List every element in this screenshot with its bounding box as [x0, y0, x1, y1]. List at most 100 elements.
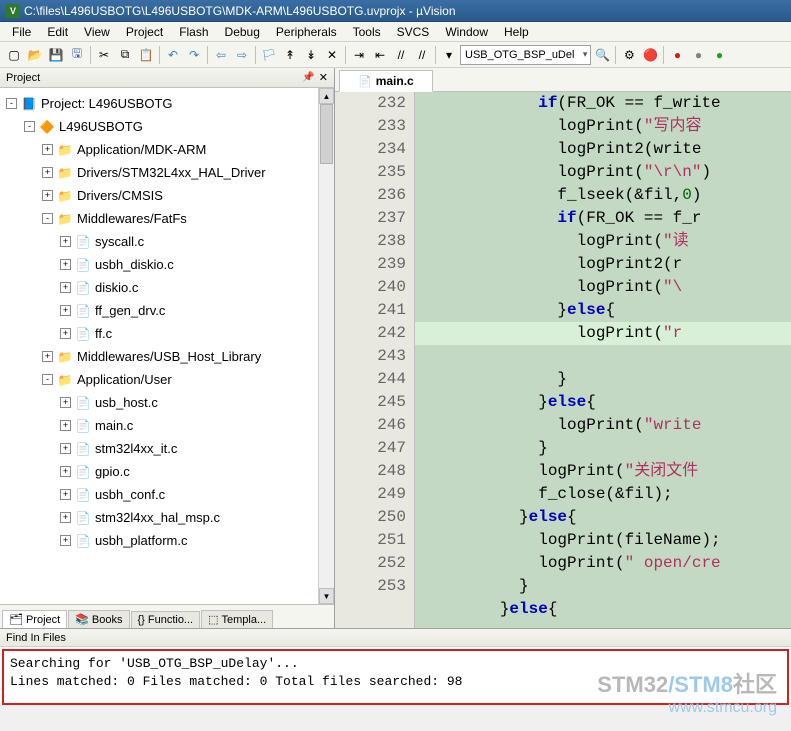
tree-file[interactable]: +📄usbh_platform.c: [0, 529, 334, 552]
scroll-thumb[interactable]: [320, 104, 333, 164]
menu-flash[interactable]: Flash: [171, 23, 216, 41]
tree-toggle-icon[interactable]: +: [60, 535, 71, 546]
menu-edit[interactable]: Edit: [39, 23, 76, 41]
tree-toggle-icon[interactable]: +: [60, 512, 71, 523]
scroll-down-icon[interactable]: ▼: [319, 588, 334, 604]
dot-red-icon[interactable]: ●: [667, 45, 687, 65]
bm-prev-icon[interactable]: ↟: [280, 45, 300, 65]
tree-toggle-icon[interactable]: +: [60, 420, 71, 431]
open-icon[interactable]: 📂: [25, 45, 45, 65]
tab-label: Project: [26, 614, 60, 626]
tree-scrollbar[interactable]: ▲ ▼: [318, 88, 334, 604]
tree-toggle-icon[interactable]: +: [60, 397, 71, 408]
tree-folder[interactable]: +📁Application/MDK-ARM: [0, 138, 334, 161]
menu-project[interactable]: Project: [118, 23, 171, 41]
panel-tab-templa[interactable]: ⬚Templa...: [201, 610, 273, 628]
tree-toggle-icon[interactable]: +: [60, 328, 71, 339]
menu-debug[interactable]: Debug: [217, 23, 268, 41]
undo-icon[interactable]: ↶: [163, 45, 183, 65]
menu-peripherals[interactable]: Peripherals: [268, 23, 345, 41]
fwd-icon[interactable]: ⇨: [232, 45, 252, 65]
menu-view[interactable]: View: [76, 23, 118, 41]
search-combo[interactable]: USB_OTG_BSP_uDel: [460, 45, 591, 65]
debug-icon[interactable]: 🔴: [640, 45, 660, 65]
new-icon[interactable]: ▢: [4, 45, 24, 65]
tree-toggle-icon[interactable]: +: [60, 305, 71, 316]
redo-icon[interactable]: ↷: [184, 45, 204, 65]
tree-folder[interactable]: -📁Middlewares/FatFs: [0, 207, 334, 230]
tree-toggle-icon[interactable]: +: [42, 190, 53, 201]
tree-toggle-icon[interactable]: +: [42, 351, 53, 362]
tree-file[interactable]: +📄stm32l4xx_hal_msp.c: [0, 506, 334, 529]
menu-tools[interactable]: Tools: [345, 23, 389, 41]
tree-toggle-icon[interactable]: +: [60, 282, 71, 293]
bm-next-icon[interactable]: ↡: [301, 45, 321, 65]
tree-file[interactable]: +📄usbh_conf.c: [0, 483, 334, 506]
menu-svcs[interactable]: SVCS: [389, 23, 438, 41]
cut-icon[interactable]: ✂: [94, 45, 114, 65]
comment-icon[interactable]: //: [391, 45, 411, 65]
tree-toggle-icon[interactable]: +: [60, 489, 71, 500]
tree-file[interactable]: +📄main.c: [0, 414, 334, 437]
tree-label: Drivers/CMSIS: [77, 188, 163, 203]
close-icon[interactable]: ✕: [319, 71, 328, 84]
save-icon[interactable]: 💾: [46, 45, 66, 65]
menu-file[interactable]: File: [4, 23, 39, 41]
find-dd-icon[interactable]: ▾: [439, 45, 459, 65]
tree-toggle-icon[interactable]: -: [42, 213, 53, 224]
scroll-up-icon[interactable]: ▲: [319, 88, 334, 104]
tree-folder[interactable]: -🔶L496USBOTG: [0, 115, 334, 138]
dot-grey-icon[interactable]: ●: [688, 45, 708, 65]
tree-folder[interactable]: -📁Application/User: [0, 368, 334, 391]
menu-help[interactable]: Help: [496, 23, 537, 41]
menu-window[interactable]: Window: [437, 23, 496, 41]
tree-toggle-icon[interactable]: +: [60, 259, 71, 270]
tree-file[interactable]: +📄syscall.c: [0, 230, 334, 253]
tree-folder[interactable]: +📁Drivers/CMSIS: [0, 184, 334, 207]
copy-icon[interactable]: ⧉: [115, 45, 135, 65]
panel-tab-project[interactable]: 🗂Project: [2, 610, 67, 628]
project-tree[interactable]: -📘Project: L496USBOTG-🔶L496USBOTG+📁Appli…: [0, 88, 334, 604]
code-content[interactable]: if(FR_OK == f_write logPrint("写内容 logPri…: [415, 92, 791, 628]
folder-icon: 📁: [57, 142, 73, 158]
tree-toggle-icon[interactable]: +: [60, 466, 71, 477]
find-results[interactable]: Searching for 'USB_OTG_BSP_uDelay'... Li…: [2, 649, 789, 705]
back-icon[interactable]: ⇦: [211, 45, 231, 65]
tree-toggle-icon[interactable]: -: [6, 98, 17, 109]
tree-file[interactable]: +📄diskio.c: [0, 276, 334, 299]
find-icon[interactable]: 🔍: [592, 45, 612, 65]
tree-folder[interactable]: +📁Drivers/STM32L4xx_HAL_Driver: [0, 161, 334, 184]
panel-tab-books[interactable]: 📚Books: [68, 610, 129, 628]
tab-main-c[interactable]: 📄 main.c: [339, 70, 433, 92]
tree-file[interactable]: +📄ff.c: [0, 322, 334, 345]
tree-file[interactable]: +📄ff_gen_drv.c: [0, 299, 334, 322]
tree-toggle-icon[interactable]: -: [42, 374, 53, 385]
tree-file[interactable]: +📄usb_host.c: [0, 391, 334, 414]
indent-icon[interactable]: ⇥: [349, 45, 369, 65]
bookmark-icon[interactable]: 🏳: [259, 45, 279, 65]
save-all-icon[interactable]: 🖫: [67, 45, 87, 65]
tree-toggle-icon[interactable]: +: [60, 236, 71, 247]
cfg1-icon[interactable]: ⚙: [619, 45, 639, 65]
tree-file[interactable]: +📄stm32l4xx_it.c: [0, 437, 334, 460]
bm-clear-icon[interactable]: ✕: [322, 45, 342, 65]
dot-grn-icon[interactable]: ●: [709, 45, 729, 65]
tree-toggle-icon[interactable]: +: [42, 167, 53, 178]
tree-toggle-icon[interactable]: +: [60, 443, 71, 454]
paste-icon[interactable]: 📋: [136, 45, 156, 65]
panel-tab-functio[interactable]: {}Functio...: [131, 611, 201, 628]
tree-toggle-icon[interactable]: +: [42, 144, 53, 155]
uncomment-icon[interactable]: //: [412, 45, 432, 65]
tree-label: usb_host.c: [95, 395, 158, 410]
file-icon: 📄: [358, 75, 372, 88]
tree-folder[interactable]: -📘Project: L496USBOTG: [0, 92, 334, 115]
tab-icon: 🗂: [9, 613, 23, 626]
tree-folder[interactable]: +📁Middlewares/USB_Host_Library: [0, 345, 334, 368]
outdent-icon[interactable]: ⇤: [370, 45, 390, 65]
tree-file[interactable]: +📄usbh_diskio.c: [0, 253, 334, 276]
tree-file[interactable]: +📄gpio.c: [0, 460, 334, 483]
tree-toggle-icon[interactable]: -: [24, 121, 35, 132]
toolbar-1: ▢ 📂 💾 🖫 ✂ ⧉ 📋 ↶ ↷ ⇦ ⇨ 🏳 ↟ ↡ ✕ ⇥ ⇤ // // …: [0, 42, 791, 68]
pin-icon[interactable]: 📌: [302, 72, 314, 83]
code-editor[interactable]: 2322332342352362372382392402412422432442…: [335, 92, 791, 628]
